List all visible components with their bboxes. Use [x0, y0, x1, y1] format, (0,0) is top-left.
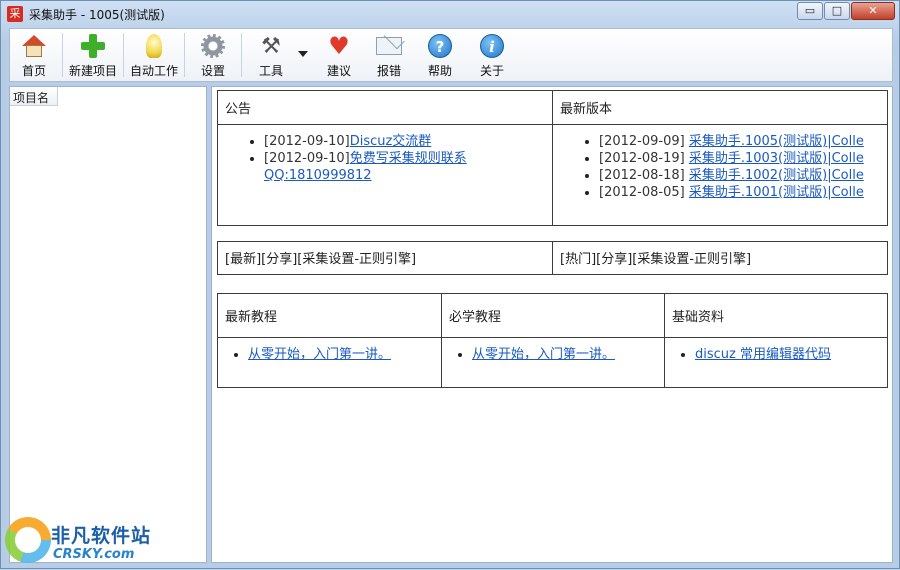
- latest-versions-cell: [2012-09-09] 采集助手.1005(测试版)|Colle [2012-…: [552, 124, 888, 226]
- suggest-label: 建议: [326, 64, 351, 78]
- heart-icon: ♥: [328, 32, 350, 60]
- home-content: 公告 最新版本 [2012-09-10]Discuz交流群 [2012-09-1…: [211, 86, 893, 563]
- tools-label: 工具: [258, 64, 283, 78]
- plus-icon: [81, 34, 105, 58]
- list-item: [2012-08-19] 采集助手.1003(测试版)|Colle: [599, 150, 887, 167]
- list-item: 从零开始，入门第一讲。: [472, 346, 664, 363]
- watermark-logo: 非凡软件站 CRSKY.com: [1, 511, 156, 570]
- latest-versions-header: 最新版本: [552, 90, 888, 125]
- version-link[interactable]: 采集助手.1002(测试版)|Colle: [689, 168, 864, 183]
- toolbar-divider: [184, 33, 185, 77]
- window-title: 采集助手 - 1005(测试版): [29, 8, 165, 22]
- toolbar-divider: [241, 33, 242, 77]
- toolbar-divider: [62, 33, 63, 77]
- window-controls: ▭ □ ✕: [796, 2, 895, 20]
- new-project-label: 新建项目: [68, 64, 117, 78]
- list-item: [2012-09-09] 采集助手.1005(测试版)|Colle: [599, 133, 887, 150]
- help-button[interactable]: ? 帮助: [414, 29, 466, 79]
- tutorial-link[interactable]: 从零开始，入门第一讲。: [248, 347, 391, 362]
- suggest-button[interactable]: ♥ 建议: [314, 29, 364, 79]
- announcements-header: 公告: [217, 90, 553, 125]
- announcement-date: [2012-09-10]: [264, 151, 350, 166]
- info-icon: i: [480, 34, 504, 58]
- version-date: [2012-08-05]: [599, 185, 685, 200]
- announcement-link[interactable]: Discuz交流群: [350, 134, 432, 149]
- rules-latest-cell[interactable]: [最新][分享][采集设置-正则引擎]: [217, 241, 553, 275]
- tools-icon: ⚒: [261, 33, 281, 59]
- list-item: discuz 常用编辑器代码: [695, 346, 887, 363]
- basic-materials-cell: discuz 常用编辑器代码: [664, 337, 888, 388]
- auto-work-label: 自动工作: [129, 64, 178, 78]
- tools-button[interactable]: ⚒ 工具: [246, 29, 296, 79]
- home-button[interactable]: 首页: [10, 29, 58, 79]
- version-link[interactable]: 采集助手.1001(测试版)|Colle: [689, 185, 864, 200]
- help-label: 帮助: [427, 64, 452, 78]
- new-project-button[interactable]: 新建项目: [67, 29, 119, 79]
- app-icon: 采: [7, 6, 23, 22]
- latest-tutorials-cell: 从零开始，入门第一讲。: [217, 337, 442, 388]
- toolbar-divider: [123, 33, 124, 77]
- version-date: [2012-09-09]: [599, 134, 685, 149]
- title-bar[interactable]: 采 采集助手 - 1005(测试版) ▭ □ ✕: [1, 1, 899, 27]
- tutorial-link[interactable]: 从零开始，入门第一讲。: [472, 347, 615, 362]
- list-item: [2012-08-18] 采集助手.1002(测试版)|Colle: [599, 167, 887, 184]
- home-label: 首页: [21, 64, 46, 78]
- list-item: 从零开始，入门第一讲。: [248, 346, 441, 363]
- tutorials-table: 最新教程 必学教程 基础资料 从零开始，入门第一讲。 从零开始，入门第一讲。 d…: [217, 293, 888, 388]
- announcements-list: [2012-09-10]Discuz交流群 [2012-09-10]免费写采集规…: [218, 125, 552, 184]
- rules-hot-cell[interactable]: [热门][分享][采集设置-正则引擎]: [552, 241, 888, 275]
- basic-materials-header: 基础资料: [664, 293, 888, 338]
- home-icon: [22, 35, 46, 57]
- project-name-column-header[interactable]: 项目名: [10, 87, 58, 106]
- about-label: 关于: [479, 64, 504, 78]
- close-button[interactable]: ✕: [851, 2, 895, 20]
- announcement-date: [2012-09-10]: [264, 134, 350, 149]
- version-link[interactable]: 采集助手.1005(测试版)|Colle: [689, 134, 864, 149]
- required-tutorials-header: 必学教程: [441, 293, 665, 338]
- basic-materials-list: discuz 常用编辑器代码: [665, 338, 887, 363]
- help-icon: ?: [428, 34, 452, 58]
- settings-label: 设置: [200, 64, 225, 78]
- latest-tutorials-list: 从零开始，入门第一讲。: [218, 338, 441, 363]
- watermark-text-en: CRSKY.com: [53, 547, 135, 562]
- minimize-button[interactable]: ▭: [797, 2, 823, 20]
- app-window: 采 采集助手 - 1005(测试版) ▭ □ ✕ 首页 新建项目 自动工作 设置: [0, 0, 900, 569]
- maximize-button[interactable]: □: [824, 2, 850, 20]
- version-date: [2012-08-19]: [599, 151, 685, 166]
- gear-icon: [201, 34, 225, 58]
- required-tutorials-list: 从零开始，入门第一讲。: [442, 338, 664, 363]
- version-link[interactable]: 采集助手.1003(测试版)|Colle: [689, 151, 864, 166]
- list-item: [2012-08-05] 采集助手.1001(测试版)|Colle: [599, 184, 887, 201]
- watermark-swirl-icon: [5, 517, 51, 563]
- latest-tutorials-header: 最新教程: [217, 293, 442, 338]
- project-list[interactable]: 项目名: [9, 86, 207, 563]
- auto-work-button[interactable]: 自动工作: [128, 29, 180, 79]
- lightbulb-icon: [146, 34, 162, 58]
- toolbar: 首页 新建项目 自动工作 设置 ⚒ 工具 ♥ 建议 报错 ? 帮助 i 关于: [9, 28, 893, 82]
- versions-list: [2012-09-09] 采集助手.1005(测试版)|Colle [2012-…: [553, 125, 887, 201]
- version-date: [2012-08-18]: [599, 168, 685, 183]
- about-button[interactable]: i 关于: [466, 29, 518, 79]
- report-error-button[interactable]: 报错: [364, 29, 414, 79]
- tools-dropdown-arrow-icon[interactable]: [298, 51, 308, 57]
- rules-table: [最新][分享][采集设置-正则引擎] [热门][分享][采集设置-正则引擎]: [217, 241, 888, 275]
- list-item: [2012-09-10]免费写采集规则联系QQ:1810999812: [264, 150, 552, 184]
- settings-button[interactable]: 设置: [189, 29, 237, 79]
- material-link[interactable]: discuz 常用编辑器代码: [695, 347, 831, 362]
- list-item: [2012-09-10]Discuz交流群: [264, 133, 552, 150]
- watermark-text-cn: 非凡软件站: [51, 525, 152, 547]
- mail-icon: [376, 37, 402, 55]
- announcements-cell: [2012-09-10]Discuz交流群 [2012-09-10]免费写采集规…: [217, 124, 553, 226]
- required-tutorials-cell: 从零开始，入门第一讲。: [441, 337, 665, 388]
- report-error-label: 报错: [376, 64, 401, 78]
- news-table: 公告 最新版本 [2012-09-10]Discuz交流群 [2012-09-1…: [217, 90, 888, 226]
